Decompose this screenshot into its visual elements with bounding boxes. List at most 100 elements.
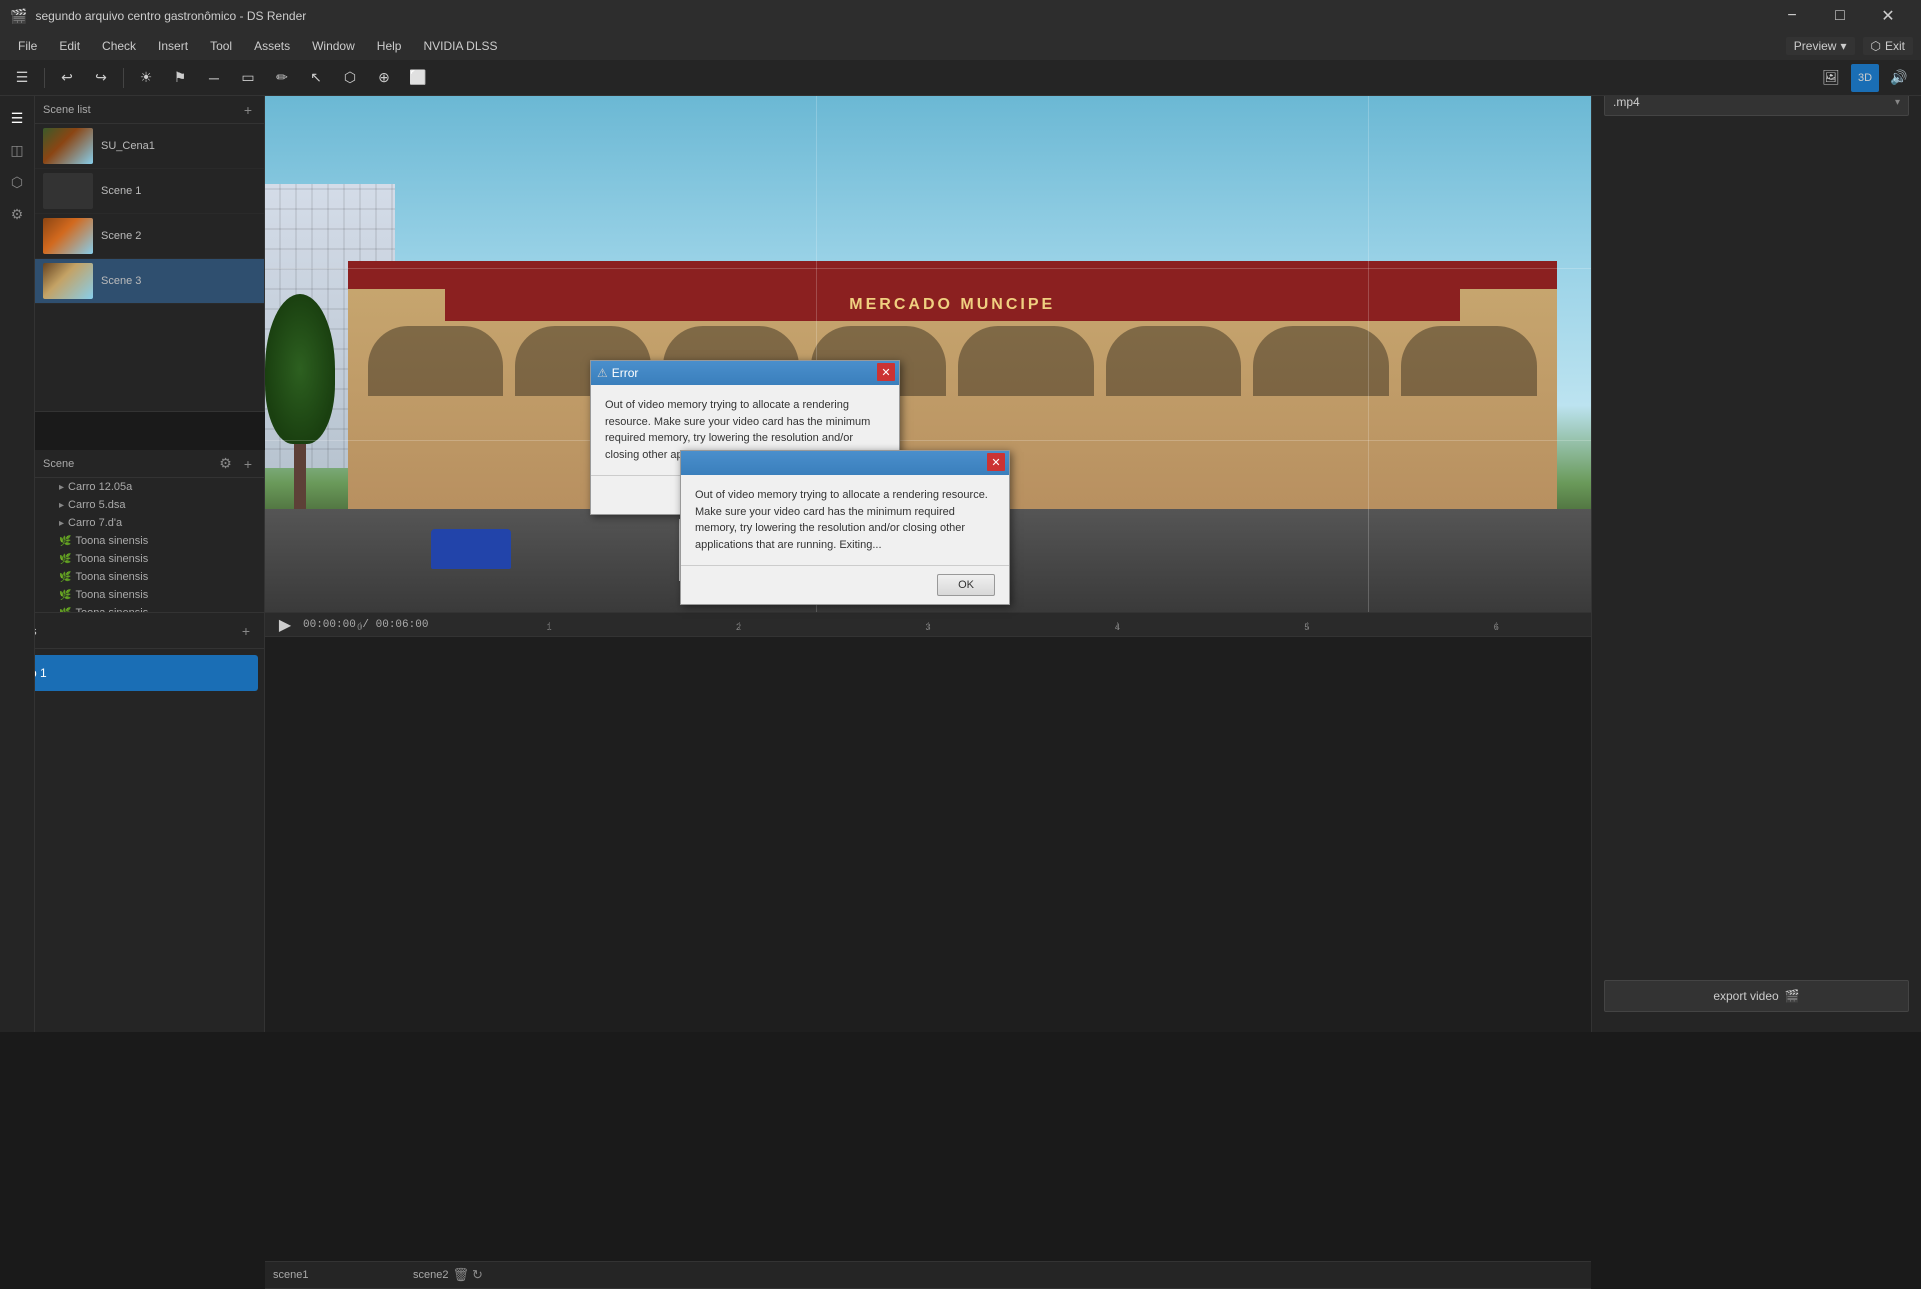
scene-label-scene2: scene2 🗑 ↻ — [405, 1267, 491, 1283]
scene-item-su-cena1[interactable]: SU_Cena1 — [35, 124, 264, 169]
ruler-tick-3: 3 — [833, 622, 1022, 632]
3d-button[interactable]: 3D — [1851, 64, 1879, 92]
minimize-button[interactable]: − — [1769, 0, 1815, 32]
maximize-button[interactable]: □ — [1817, 0, 1863, 32]
menu-insert[interactable]: Insert — [148, 35, 198, 57]
menu-edit[interactable]: Edit — [49, 35, 90, 57]
scene2-label-text: scene2 — [413, 1269, 448, 1281]
object-item-toona4[interactable]: 🌿 Toona sinensis — [35, 586, 264, 604]
exit-button[interactable]: ⬡ Exit — [1863, 37, 1914, 55]
sidebar-assets-icon[interactable]: ⬡ — [3, 168, 31, 196]
toolbar: ☰ ↩ ↪ ☀ ⚑ ─ ▭ ✏ ↖ ⬡ ⊕ ⬜ 🖼 3D 🔊 — [0, 60, 1921, 96]
menu-window[interactable]: Window — [302, 35, 365, 57]
scene-item-3[interactable]: Scene 3 — [35, 259, 264, 304]
scene-name-2: Scene 2 — [101, 230, 141, 242]
sidebar-scenes-icon[interactable]: ☰ — [3, 104, 31, 132]
menu-bar: File Edit Check Insert Tool Assets Windo… — [0, 32, 1921, 60]
object-item-carro2[interactable]: ▸ Carro 5.dsa — [35, 496, 264, 514]
tree-arrow-icon-3: ▸ — [59, 518, 64, 529]
object-item-toona1[interactable]: 🌿 Toona sinensis — [35, 532, 264, 550]
object-item-carro1[interactable]: ▸ Carro 12.05a — [35, 478, 264, 496]
photo-button[interactable]: 🖼 — [1817, 64, 1845, 92]
ruler-tick-5: 5 — [1212, 622, 1401, 632]
car — [431, 529, 511, 569]
rect-button[interactable]: ▭ — [234, 64, 262, 92]
timeline-ruler: 0 1 2 3 4 5 6 — [265, 613, 1591, 637]
scene2-delete-button[interactable]: 🗑 — [452, 1267, 469, 1283]
toolbar-right: 🖼 3D 🔊 — [1817, 64, 1913, 92]
layers-button[interactable]: ☰ — [8, 64, 36, 92]
scene-panel-header: Scene list + — [35, 96, 264, 124]
scene-name-3: Scene 3 — [101, 275, 141, 287]
object-item-toona3[interactable]: 🌿 Toona sinensis — [35, 568, 264, 586]
error-dialog-2[interactable]: ✕ Out of video memory trying to allocate… — [680, 450, 1010, 605]
sidebar-layers-icon[interactable]: ◫ — [3, 136, 31, 164]
scene2-refresh-button[interactable]: ↻ — [472, 1267, 483, 1283]
sidebar-settings-icon[interactable]: ⚙ — [3, 200, 31, 228]
tree-icon-4: 🌿 — [59, 590, 71, 601]
object-item-toona5[interactable]: 🌿 Toona sinensis — [35, 604, 264, 612]
scene-item-1[interactable]: Scene 1 — [35, 169, 264, 214]
menu-help[interactable]: Help — [367, 35, 412, 57]
object-panel: Scene ⚙ + ▸ Carro 12.05a ▸ Carro 5.dsa ▸… — [35, 450, 265, 612]
menu-nvidia-dlss[interactable]: NVIDIA DLSS — [413, 35, 507, 57]
add-scene-button[interactable]: + — [240, 100, 256, 120]
tree-arrow-icon-2: ▸ — [59, 500, 64, 511]
video-format-value: .mp4 — [1613, 95, 1640, 109]
scene-name-su-cena1: SU_Cena1 — [101, 140, 155, 152]
scene-thumbnail-su-cena1 — [43, 128, 93, 164]
scene-name-1: Scene 1 — [101, 185, 141, 197]
frame-button[interactable]: ⬜ — [404, 64, 432, 92]
clips-header: Clips + — [0, 613, 265, 649]
scene-thumbnail-3 — [43, 263, 93, 299]
arch-6 — [1106, 326, 1242, 396]
ruler-tick-2: 2 — [644, 622, 833, 632]
export-icon: 🎬 — [1785, 989, 1800, 1003]
exit-arrow-icon: ⬡ — [1871, 39, 1881, 53]
export-video-button[interactable]: export video 🎬 — [1604, 980, 1909, 1012]
menu-assets[interactable]: Assets — [244, 35, 300, 57]
play-button[interactable]: ▶ — [271, 611, 299, 639]
line-button[interactable]: ─ — [200, 64, 228, 92]
scene-panel: Scene list + SU_Cena1 Scene 1 Scene 2 Sc… — [35, 96, 265, 412]
cursor-button[interactable]: ↖ — [302, 64, 330, 92]
audio-button[interactable]: 🔊 — [1885, 64, 1913, 92]
dialog2-title-bar: ✕ — [681, 451, 1009, 475]
scene-panel-actions: + — [240, 100, 256, 120]
preview-dropdown[interactable]: Preview ▾ — [1786, 37, 1855, 55]
dialog1-icon: ⚠ — [597, 366, 608, 380]
dialog2-close-button[interactable]: ✕ — [987, 453, 1005, 471]
dialog2-ok-button[interactable]: OK — [937, 574, 995, 596]
scene-panel-label: Scene — [43, 458, 74, 470]
object-item-carro3[interactable]: ▸ Carro 7.d'a — [35, 514, 264, 532]
close-button[interactable]: ✕ — [1865, 0, 1911, 32]
object-panel-header: Scene ⚙ + — [35, 450, 264, 478]
flag-button[interactable]: ⚑ — [166, 64, 194, 92]
sun-button[interactable]: ☀ — [132, 64, 160, 92]
add-clip-button[interactable]: + — [238, 621, 254, 641]
object-name-carro2: Carro 5.dsa — [68, 499, 125, 511]
pencil-button[interactable]: ✏ — [268, 64, 296, 92]
object-name-carro3: Carro 7.d'a — [68, 517, 122, 529]
dialog1-close-button[interactable]: ✕ — [877, 363, 895, 381]
object-name-toona3: Toona sinensis — [75, 571, 148, 583]
undo-button[interactable]: ↩ — [53, 64, 81, 92]
app-icon: 🎬 — [10, 8, 27, 25]
right-panel: video option 1080p ▾ video format .mp4 ▾… — [1591, 0, 1921, 1032]
menu-check[interactable]: Check — [92, 35, 146, 57]
adjust-button[interactable]: ⊕ — [370, 64, 398, 92]
scene-thumb-img-2 — [43, 218, 93, 254]
object-item-toona2[interactable]: 🌿 Toona sinensis — [35, 550, 264, 568]
menu-file[interactable]: File — [8, 35, 47, 57]
building-roof-band — [348, 261, 1557, 289]
menu-tool[interactable]: Tool — [200, 35, 242, 57]
scene-item-2[interactable]: Scene 2 — [35, 214, 264, 259]
clip-item-1[interactable]: Clip 1 — [6, 655, 258, 691]
scene-settings-button[interactable]: ⚙ — [215, 453, 236, 474]
title-bar: 🎬 segundo arquivo centro gastronômico - … — [0, 0, 1921, 32]
node-button[interactable]: ⬡ — [336, 64, 364, 92]
dialog2-footer: OK — [681, 565, 1009, 604]
dialog1-title-bar: ⚠ Error ✕ — [591, 361, 899, 385]
redo-button[interactable]: ↪ — [87, 64, 115, 92]
add-object-button[interactable]: + — [240, 453, 256, 474]
